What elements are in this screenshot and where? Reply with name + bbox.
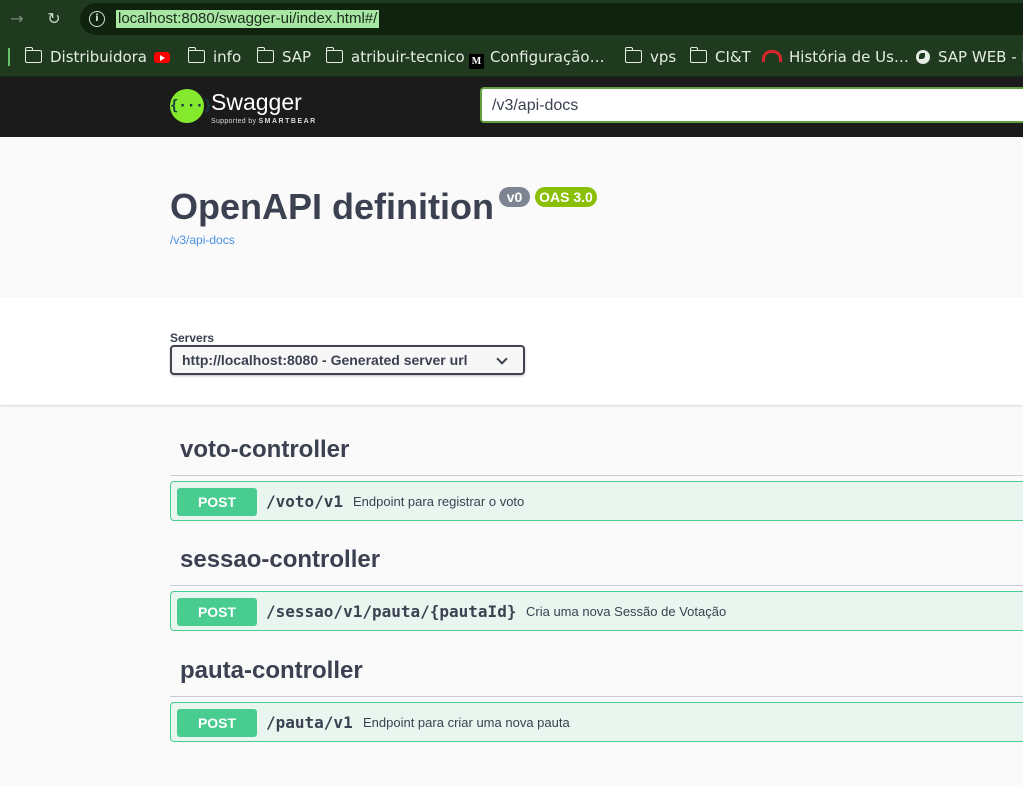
youtube-icon [154,52,170,63]
bookmark-youtube[interactable] [154,48,170,66]
bookmark-vps[interactable]: vps [624,47,676,66]
cit-logo-icon [762,50,782,62]
swagger-logo-text[interactable]: Swagger [211,89,302,115]
swagger-logo-icon[interactable]: {···} [170,89,212,123]
spec-url-input[interactable]: /v3/api-docs [480,87,1023,123]
bookmark-distribuidora[interactable]: Distribuidora [24,47,147,66]
servers-label: Servers [170,331,215,345]
bookmarks-separator [8,48,10,66]
chevron-down-icon [496,353,508,365]
operation-path: /voto/v1 [266,492,344,511]
method-badge: POST [177,598,257,626]
folder-icon [325,47,343,63]
operation-post-pauta[interactable]: POST /pauta/v1 Endpoint para criar uma n… [170,702,1023,742]
info-section [0,137,1023,297]
folder-icon [256,47,274,63]
operation-post-voto[interactable]: POST /voto/v1 Endpoint para registrar o … [170,481,1023,521]
bookmark-sap[interactable]: SAP [256,47,311,66]
folder-icon [24,47,42,63]
folder-icon [624,47,642,63]
address-bar[interactable]: i localhost:8080/swagger-ui/index.html#/ [80,3,1023,35]
bookmark-atribuir-tecnico[interactable]: atribuir-tecnico [325,47,465,66]
operation-path: /pauta/v1 [266,713,353,732]
bookmark-configuracao[interactable]: M Configuração… [469,48,605,69]
browser-toolbar: → ↻ i localhost:8080/swagger-ui/index.ht… [0,0,1023,38]
operation-path: /sessao/v1/pauta/{pautaId} [266,602,517,621]
operation-post-sessao[interactable]: POST /sessao/v1/pauta/{pautaId} Cria uma… [170,591,1023,631]
folder-icon [187,47,205,63]
site-info-icon[interactable]: i [89,11,105,27]
servers-select[interactable]: http://localhost:8080 - Generated server… [170,345,525,375]
url-text[interactable]: localhost:8080/swagger-ui/index.html#/ [116,10,380,28]
bookmark-historia[interactable]: História de Us… [762,48,909,66]
operation-summary: Endpoint para registrar o voto [353,494,525,509]
tag-pauta-controller[interactable]: pauta-controller [180,657,363,685]
swagger-logo-subtitle: Supported by SMARTBEAR [211,118,317,125]
method-badge: POST [177,488,257,516]
operation-summary: Cria uma nova Sessão de Votação [526,604,727,619]
method-badge: POST [177,709,257,737]
servers-selected-value: http://localhost:8080 - Generated server… [182,352,468,368]
folder-icon [689,47,707,63]
page-title: OpenAPI definition [170,186,494,227]
bookmark-cit[interactable]: CI&T [689,47,751,66]
forward-icon[interactable]: → [6,8,28,30]
version-badge: v0 [499,187,530,207]
reload-icon[interactable]: ↻ [43,8,65,30]
operation-summary: Endpoint para criar uma nova pauta [363,715,570,730]
api-docs-link[interactable]: /v3/api-docs [170,233,235,247]
oas-badge: OAS 3.0 [535,187,597,207]
tag-sessao-controller[interactable]: sessao-controller [180,546,380,574]
tag-voto-controller[interactable]: voto-controller [180,436,349,464]
bookmark-sap-web[interactable]: SAP WEB - Pa [916,48,1023,66]
bookmark-info[interactable]: info [187,47,241,66]
tag-divider [170,475,1023,476]
tag-divider [170,696,1023,697]
medium-icon: M [469,54,484,69]
globe-icon [916,50,930,64]
tag-divider [170,585,1023,586]
